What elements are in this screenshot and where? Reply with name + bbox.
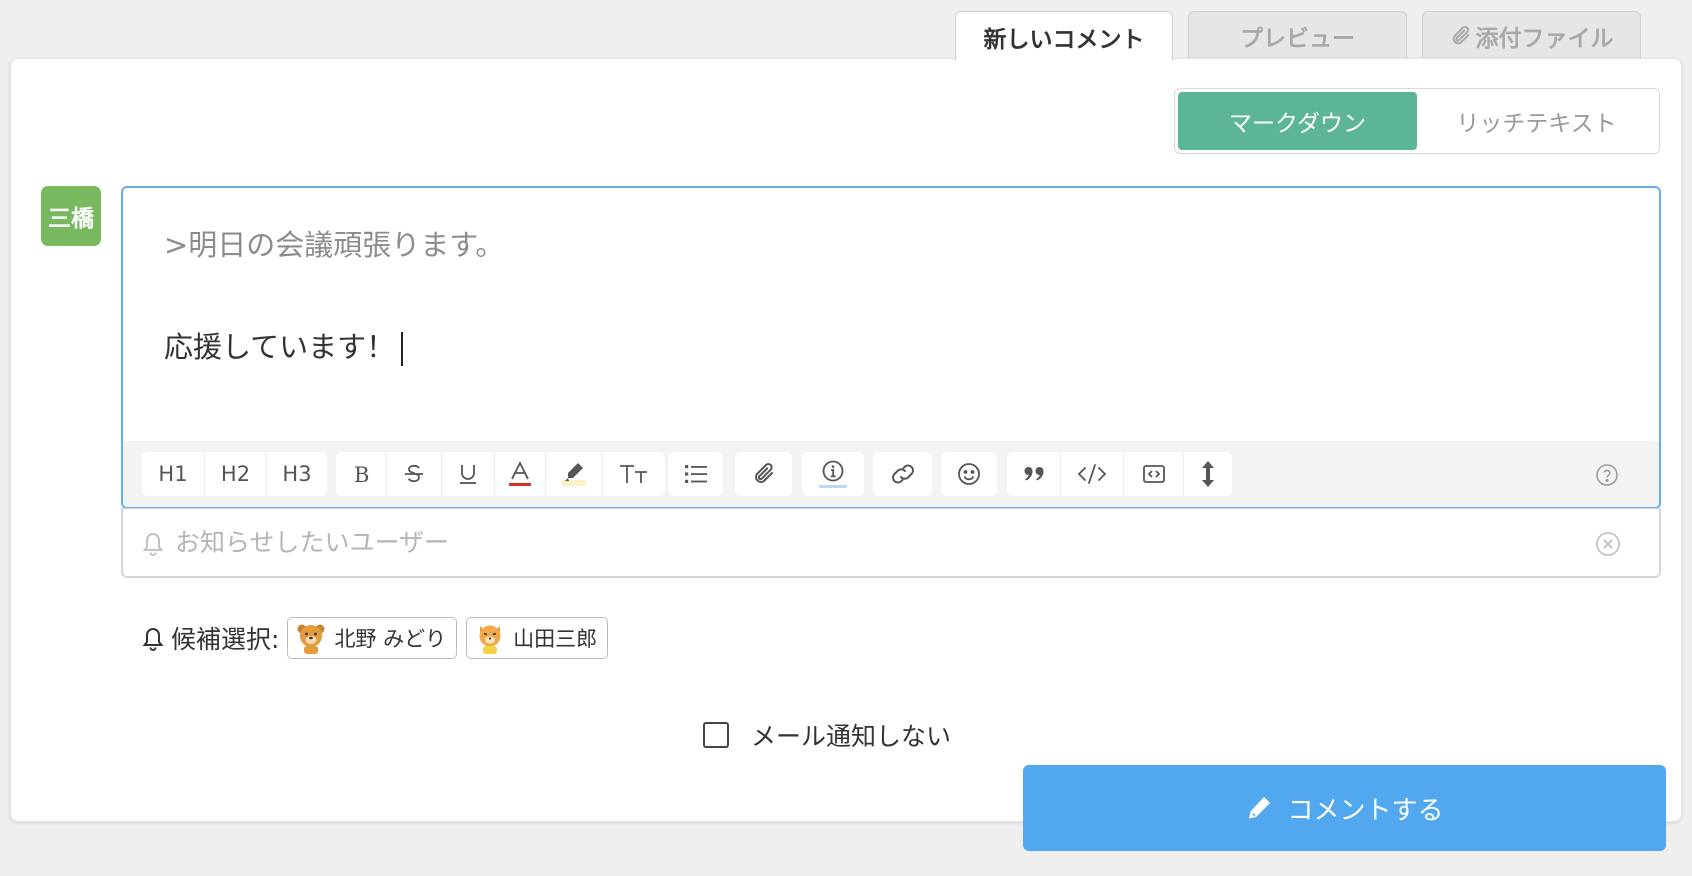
markdown-mode-button[interactable]: マークダウン xyxy=(1178,92,1417,150)
comment-card: マークダウン リッチテキスト 三橋 >明日の会議頑張ります。 応援しています！ … xyxy=(10,58,1682,851)
editor-toolbar: H1 H2 H3 B xyxy=(123,441,1659,507)
underline-icon xyxy=(460,465,476,484)
submit-comment-button[interactable]: コメントする xyxy=(1023,765,1666,851)
text-color-button[interactable] xyxy=(495,452,546,496)
text-caret xyxy=(401,332,404,366)
bell-icon xyxy=(142,628,164,651)
notify-users-input[interactable] xyxy=(175,528,1475,557)
no-mail-label[interactable]: メール通知しない xyxy=(751,717,951,753)
info-icon xyxy=(819,460,847,488)
svg-text:B: B xyxy=(354,463,369,485)
bell-icon xyxy=(142,532,164,556)
attachment-icon xyxy=(754,463,773,483)
candidate-users: 候補選択: 北野 みどり 山田三郎 xyxy=(141,617,617,659)
link-button[interactable] xyxy=(873,452,932,496)
info-button[interactable] xyxy=(802,452,864,496)
bullet-list-icon xyxy=(684,465,707,483)
code-button[interactable] xyxy=(1061,452,1124,496)
comment-editor[interactable]: >明日の会議頑張ります。 応援しています！ H1 H2 H3 B xyxy=(121,186,1661,509)
h1-button[interactable]: H1 xyxy=(142,452,205,496)
underline-button[interactable] xyxy=(442,452,495,496)
highlight-icon xyxy=(562,463,586,486)
bullet-list-button[interactable] xyxy=(668,452,723,496)
notify-users-field[interactable] xyxy=(121,508,1661,578)
bear-avatar-icon xyxy=(297,624,325,654)
code-icon xyxy=(1077,464,1107,484)
resize-icon xyxy=(1202,461,1214,487)
heading-group: H1 H2 H3 xyxy=(142,452,327,496)
attachment-button[interactable] xyxy=(735,452,792,496)
tab-preview-label: プレビュー xyxy=(1240,25,1355,52)
emoji-group xyxy=(941,452,997,496)
candidate-chip-kitano[interactable]: 北野 みどり xyxy=(287,617,458,659)
link-group xyxy=(873,452,932,496)
h3-button[interactable]: H3 xyxy=(267,452,327,496)
emoji-icon xyxy=(958,463,980,485)
tab-attachments[interactable]: 添付ファイル xyxy=(1422,11,1641,59)
candidate-name: 北野 みどり xyxy=(334,627,447,651)
strikethrough-icon xyxy=(405,464,423,483)
bold-button[interactable]: B xyxy=(336,452,387,496)
strikethrough-button[interactable] xyxy=(387,452,442,496)
tab-preview[interactable]: プレビュー xyxy=(1188,11,1407,59)
tab-attachments-label: 添付ファイル xyxy=(1475,25,1614,52)
quote-line: >明日の会議頑張ります。 xyxy=(164,228,505,262)
avatar: 三橋 xyxy=(41,186,101,246)
font-size-icon xyxy=(620,465,647,483)
emoji-button[interactable] xyxy=(941,452,997,496)
help-icon[interactable] xyxy=(1595,463,1619,487)
quote-button[interactable] xyxy=(1007,452,1061,496)
paperclip-icon xyxy=(1452,25,1469,44)
candidate-label: 候補選択: xyxy=(171,625,280,654)
attachment-group xyxy=(735,452,792,496)
editor-mode-toggle: マークダウン リッチテキスト xyxy=(1174,88,1660,154)
clear-icon[interactable] xyxy=(1595,531,1621,557)
text-color-icon xyxy=(509,460,531,486)
list-group xyxy=(668,452,723,496)
body-line: 応援しています！ xyxy=(164,330,1659,366)
format-group: B xyxy=(336,452,665,496)
submit-label: コメントする xyxy=(1287,795,1444,826)
h2-button[interactable]: H2 xyxy=(205,452,267,496)
editor-content[interactable]: >明日の会議頑張ります。 応援しています！ xyxy=(123,188,1659,366)
bold-icon: B xyxy=(354,463,369,485)
cat-avatar-icon xyxy=(479,625,501,654)
body-text: 応援しています！ xyxy=(164,330,396,364)
richtext-mode-button[interactable]: リッチテキスト xyxy=(1417,92,1656,150)
block-group xyxy=(1007,452,1232,496)
candidate-name: 山田三郎 xyxy=(513,627,598,651)
highlight-button[interactable] xyxy=(546,452,603,496)
quote-icon xyxy=(1024,467,1043,481)
tab-new-comment[interactable]: 新しいコメント xyxy=(955,11,1173,61)
code-block-icon xyxy=(1142,465,1165,483)
info-group xyxy=(802,452,864,496)
font-size-button[interactable] xyxy=(603,452,665,496)
resize-button[interactable] xyxy=(1184,452,1232,496)
tab-new-comment-label: 新しいコメント xyxy=(983,26,1145,53)
code-block-button[interactable] xyxy=(1124,452,1184,496)
pencil-icon xyxy=(1249,797,1271,819)
link-icon xyxy=(891,464,914,484)
candidate-chip-yamada[interactable]: 山田三郎 xyxy=(466,617,609,659)
no-mail-checkbox[interactable] xyxy=(703,722,729,748)
mail-notify-option: メール通知しない xyxy=(703,717,951,753)
